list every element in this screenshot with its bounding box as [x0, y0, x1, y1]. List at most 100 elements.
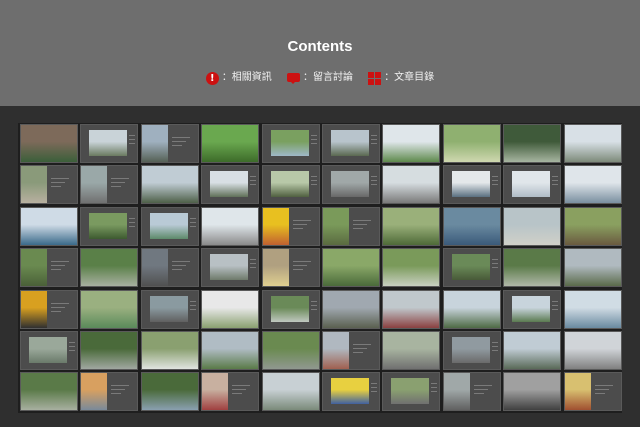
caption-line — [310, 176, 317, 178]
thumbnail[interactable] — [382, 206, 441, 246]
legend-label-comments: ：留言討論 — [303, 72, 353, 83]
thumbnail[interactable] — [201, 165, 260, 205]
thumbnail[interactable] — [20, 289, 78, 329]
thumbnail[interactable] — [80, 248, 139, 288]
thumbnail-photo — [21, 207, 77, 245]
thumbnail[interactable] — [20, 165, 78, 205]
thumbnail[interactable] — [201, 248, 260, 288]
thumbnail[interactable] — [563, 289, 622, 329]
thumbnail[interactable] — [201, 206, 260, 246]
thumbnail[interactable] — [201, 289, 260, 329]
thumbnail[interactable] — [503, 165, 562, 205]
thumbnail[interactable] — [322, 372, 380, 412]
caption-line — [171, 269, 182, 271]
legend-item-info[interactable]: ! ：相關資訊 — [205, 71, 272, 86]
caption-line — [51, 269, 61, 271]
thumbnail[interactable] — [382, 289, 441, 329]
thumbnail[interactable] — [20, 124, 78, 163]
thumbnail[interactable] — [322, 289, 380, 329]
thumbnail[interactable] — [261, 289, 320, 329]
thumbnail[interactable] — [20, 248, 78, 288]
thumbnail[interactable] — [563, 372, 622, 412]
caption-line — [69, 346, 75, 347]
thumbnail-photo — [331, 378, 369, 405]
thumbnail[interactable] — [80, 331, 139, 370]
thumbnail[interactable] — [503, 248, 562, 288]
thumbnail[interactable] — [80, 372, 139, 412]
thumbnail-photo — [504, 373, 561, 411]
caption-line — [371, 184, 377, 186]
caption-line — [111, 178, 130, 180]
caption-line — [129, 217, 136, 219]
caption-line — [491, 263, 498, 265]
thumbnail[interactable] — [80, 289, 139, 329]
thumbnail[interactable] — [503, 124, 562, 163]
thumbnail-photo — [141, 373, 198, 411]
thumbnail-photo — [89, 130, 128, 156]
thumbnail[interactable] — [442, 372, 501, 412]
thumbnail[interactable] — [140, 206, 199, 246]
thumbnail[interactable] — [563, 206, 622, 246]
thumbnail[interactable] — [442, 331, 501, 370]
thumbnail[interactable] — [442, 289, 501, 329]
thumbnail-photo — [262, 207, 289, 245]
thumbnail[interactable] — [442, 124, 501, 163]
thumbnail[interactable] — [442, 165, 501, 205]
thumbnail[interactable] — [382, 248, 441, 288]
thumbnail[interactable] — [80, 206, 139, 246]
thumbnail[interactable] — [261, 248, 320, 288]
thumbnail[interactable] — [563, 124, 622, 163]
thumbnail[interactable] — [503, 331, 562, 370]
thumbnail[interactable] — [261, 124, 320, 163]
caption-line — [250, 263, 257, 265]
thumbnail[interactable] — [261, 331, 320, 370]
thumbnail[interactable] — [261, 165, 320, 205]
caption-line — [371, 143, 377, 144]
thumbnail[interactable] — [261, 372, 320, 412]
thumbnail-photo — [89, 212, 128, 239]
thumbnail[interactable] — [20, 372, 78, 412]
thumbnail[interactable] — [322, 331, 380, 370]
thumbnail[interactable] — [503, 289, 562, 329]
thumbnail[interactable] — [140, 248, 199, 288]
thumbnail[interactable] — [140, 331, 199, 370]
thumbnail[interactable] — [140, 165, 199, 205]
thumbnail[interactable] — [382, 372, 441, 412]
thumbnail[interactable] — [442, 206, 501, 246]
thumbnail[interactable] — [201, 124, 260, 163]
thumbnail-photo — [202, 373, 229, 411]
thumbnail-photo — [564, 207, 621, 245]
legend-item-contents[interactable]: ：文章目錄 — [368, 71, 434, 86]
thumbnail[interactable] — [201, 331, 260, 370]
thumbnail[interactable] — [20, 331, 78, 370]
thumbnail[interactable] — [503, 206, 562, 246]
legend-label-contents: ：文章目錄 — [384, 72, 435, 83]
thumbnail-photo — [262, 332, 319, 369]
thumbnail[interactable] — [563, 165, 622, 205]
thumbnail[interactable] — [382, 331, 441, 370]
thumbnail[interactable] — [20, 206, 78, 246]
caption-line — [594, 389, 609, 391]
legend-item-comments[interactable]: ：留言討論 — [287, 71, 353, 86]
thumbnail[interactable] — [322, 248, 380, 288]
thumbnail[interactable] — [261, 206, 320, 246]
thumbnail[interactable] — [382, 124, 441, 163]
thumbnail[interactable] — [140, 124, 199, 163]
thumbnail[interactable] — [322, 165, 380, 205]
thumbnail[interactable] — [382, 165, 441, 205]
thumbnail[interactable] — [503, 372, 562, 412]
thumbnail-photo — [504, 332, 561, 369]
thumbnail-photo — [323, 207, 349, 245]
thumbnail[interactable] — [563, 248, 622, 288]
thumbnail[interactable] — [322, 124, 380, 163]
thumbnail[interactable] — [80, 124, 139, 163]
thumbnail[interactable] — [322, 206, 380, 246]
thumbnail[interactable] — [563, 331, 622, 370]
thumbnail[interactable] — [80, 165, 139, 205]
caption-line — [250, 267, 257, 269]
thumbnail-photo — [81, 249, 138, 287]
thumbnail[interactable] — [201, 372, 260, 412]
thumbnail[interactable] — [140, 289, 199, 329]
thumbnail[interactable] — [442, 248, 501, 288]
thumbnail[interactable] — [140, 372, 199, 412]
